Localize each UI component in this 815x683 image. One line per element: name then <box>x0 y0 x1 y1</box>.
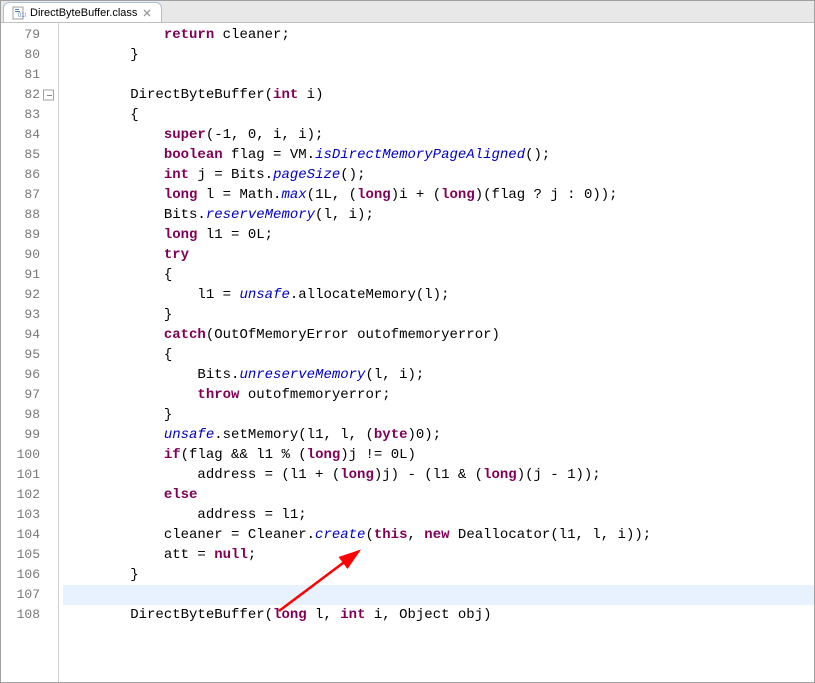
line-number: 98 <box>1 405 58 425</box>
line-number: 88 <box>1 205 58 225</box>
line-number: 84 <box>1 125 58 145</box>
line-number: 94 <box>1 325 58 345</box>
line-number: 91 <box>1 265 58 285</box>
line-number: 83 <box>1 105 58 125</box>
line-number: 82 <box>1 85 58 105</box>
code-line[interactable]: long l1 = 0L; <box>63 225 814 245</box>
line-number: 92 <box>1 285 58 305</box>
code-line[interactable]: catch(OutOfMemoryError outofmemoryerror) <box>63 325 814 345</box>
tab-bar: 010 DirectByteBuffer.class <box>1 1 814 23</box>
line-number: 95 <box>1 345 58 365</box>
code-line[interactable]: DirectByteBuffer(long l, int i, Object o… <box>63 605 814 625</box>
line-number: 90 <box>1 245 58 265</box>
line-number: 101 <box>1 465 58 485</box>
line-number: 108 <box>1 605 58 625</box>
code-line[interactable]: l1 = unsafe.allocateMemory(l); <box>63 285 814 305</box>
line-number: 81 <box>1 65 58 85</box>
code-line[interactable]: { <box>63 265 814 285</box>
code-line[interactable]: else <box>63 485 814 505</box>
svg-text:010: 010 <box>18 13 26 19</box>
code-line[interactable]: long l = Math.max(1L, (long)i + (long)(f… <box>63 185 814 205</box>
code-line[interactable]: return cleaner; <box>63 25 814 45</box>
line-number: 100 <box>1 445 58 465</box>
code-line[interactable] <box>63 585 814 605</box>
line-number: 105 <box>1 545 58 565</box>
code-line[interactable]: } <box>63 565 814 585</box>
close-icon[interactable] <box>141 7 153 19</box>
code-line[interactable]: address = l1; <box>63 505 814 525</box>
code-line[interactable]: unsafe.setMemory(l1, l, (byte)0); <box>63 425 814 445</box>
line-number: 99 <box>1 425 58 445</box>
line-number-gutter: 7980818283848586878889909192939495969798… <box>1 23 59 682</box>
code-line[interactable]: } <box>63 45 814 65</box>
code-editor[interactable]: 7980818283848586878889909192939495969798… <box>1 23 814 682</box>
code-line[interactable]: boolean flag = VM.isDirectMemoryPageAlig… <box>63 145 814 165</box>
code-line[interactable]: throw outofmemoryerror; <box>63 385 814 405</box>
code-line[interactable]: super(-1, 0, i, i); <box>63 125 814 145</box>
tab-title: DirectByteBuffer.class <box>30 7 137 19</box>
code-line[interactable] <box>63 65 814 85</box>
line-number: 85 <box>1 145 58 165</box>
line-number: 102 <box>1 485 58 505</box>
line-number: 103 <box>1 505 58 525</box>
line-number: 97 <box>1 385 58 405</box>
code-line[interactable]: } <box>63 405 814 425</box>
code-line[interactable]: address = (l1 + (long)j) - (l1 & (long)(… <box>63 465 814 485</box>
code-line[interactable]: DirectByteBuffer(int i) <box>63 85 814 105</box>
code-line[interactable]: if(flag && l1 % (long)j != 0L) <box>63 445 814 465</box>
line-number: 96 <box>1 365 58 385</box>
line-number: 79 <box>1 25 58 45</box>
code-line[interactable]: int j = Bits.pageSize(); <box>63 165 814 185</box>
line-number: 107 <box>1 585 58 605</box>
line-number: 93 <box>1 305 58 325</box>
code-line[interactable]: Bits.unreserveMemory(l, i); <box>63 365 814 385</box>
editor-tab[interactable]: 010 DirectByteBuffer.class <box>3 2 162 22</box>
code-area[interactable]: return cleaner; } DirectByteBuffer(int i… <box>59 23 814 682</box>
line-number: 89 <box>1 225 58 245</box>
code-line[interactable]: cleaner = Cleaner.create(this, new Deall… <box>63 525 814 545</box>
code-line[interactable]: att = null; <box>63 545 814 565</box>
line-number: 86 <box>1 165 58 185</box>
line-number: 87 <box>1 185 58 205</box>
class-file-icon: 010 <box>12 6 26 20</box>
line-number: 80 <box>1 45 58 65</box>
line-number: 106 <box>1 565 58 585</box>
code-line[interactable]: } <box>63 305 814 325</box>
code-line[interactable]: { <box>63 105 814 125</box>
code-line[interactable]: try <box>63 245 814 265</box>
code-line[interactable]: { <box>63 345 814 365</box>
line-number: 104 <box>1 525 58 545</box>
code-line[interactable]: Bits.reserveMemory(l, i); <box>63 205 814 225</box>
